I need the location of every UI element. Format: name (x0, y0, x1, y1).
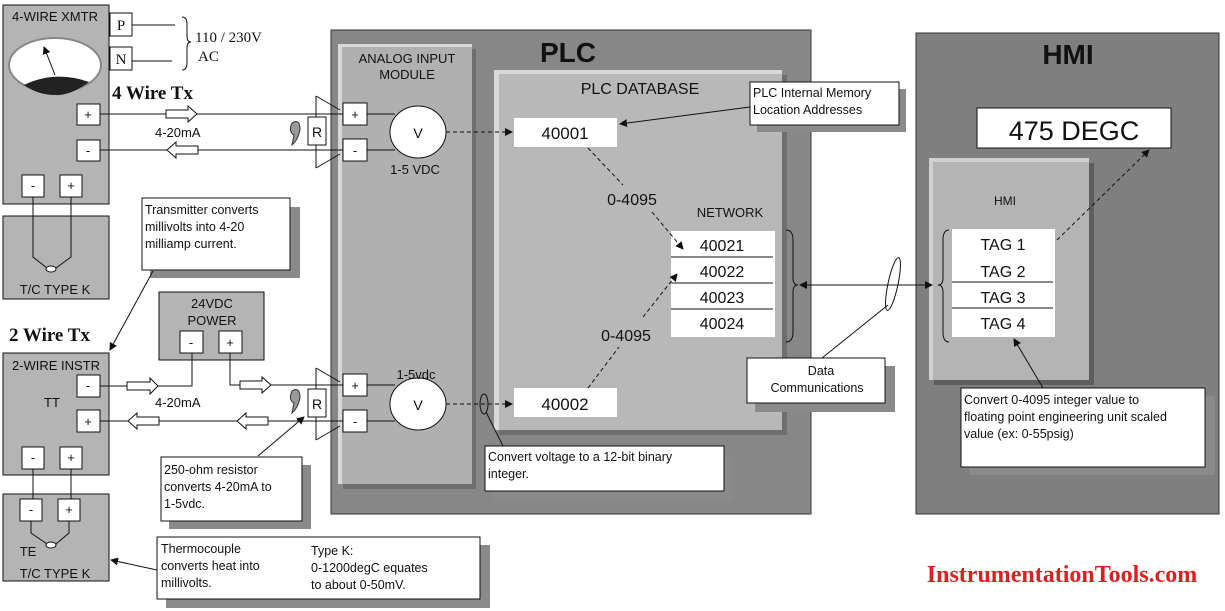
network-register: 40024 (700, 316, 745, 333)
note-text: Convert 0-4095 integer value to (964, 393, 1139, 407)
supply-ac: AC (198, 49, 219, 65)
power-minus: - (189, 335, 193, 350)
voltage-label-2: 1-5vdc (396, 367, 436, 382)
aim-title-2: MODULE (379, 67, 435, 82)
current-label: 4-20mA (155, 125, 201, 140)
aim-title-1: ANALOG INPUT (359, 51, 456, 66)
current-arrow-left-icon (166, 140, 199, 160)
terminal-minus: - (353, 143, 357, 158)
note-convert-voltage: Convert voltage to a 12-bit binary integ… (484, 445, 733, 500)
note-text: Type K: (311, 544, 353, 558)
note-text: Convert voltage to a 12-bit binary (488, 450, 673, 464)
hmi-tag: TAG 4 (980, 316, 1025, 333)
note-text: 0-1200degC equates (311, 561, 428, 575)
current-loop-icon (289, 121, 301, 147)
plc-hmi-signal-diagram: PLC ANALOG INPUT MODULE PLC DATABASE 400… (0, 0, 1225, 611)
terminal-minus: - (353, 414, 357, 429)
note-text: Communications (770, 381, 863, 395)
voltage-label-1: 1-5 VDC (390, 162, 440, 177)
note-text: PLC Internal Memory (753, 86, 872, 100)
te-plus: + (65, 502, 73, 517)
terminal-plus: + (351, 378, 359, 393)
note-text: 1-5vdc. (164, 497, 205, 511)
current-label: 4-20mA (155, 395, 201, 410)
hmi-display-value: 475 DEGC (1009, 116, 1140, 146)
plc-title: PLC (540, 37, 596, 68)
terminal-plus: + (84, 414, 92, 429)
terminal-plus: + (351, 107, 359, 122)
hmi-title: HMI (1042, 39, 1093, 70)
network-register-list: 40021 40022 40023 40024 (671, 231, 775, 337)
power-plus: + (226, 335, 234, 350)
plc-database: PLC DATABASE 40001 40002 0-4095 0-4095 N… (494, 70, 787, 435)
current-arrow-right-icon (165, 104, 198, 124)
network-register: 40023 (700, 290, 745, 307)
power-n-terminal: N (116, 52, 127, 68)
note-text: 250-ohm resistor (164, 463, 258, 477)
voltmeter-icon: V (413, 125, 423, 141)
note-text: Data (808, 364, 834, 378)
te-label: TE (20, 544, 37, 559)
db-title: PLC DATABASE (581, 81, 700, 98)
note-text: Location Addresses (753, 103, 862, 117)
power-label-2: POWER (187, 313, 236, 328)
terminal-plus: + (84, 107, 92, 122)
note-text: converts 4-20mA to (164, 480, 272, 494)
hmi-tag: TAG 1 (980, 237, 1025, 254)
te-terminal-plus: + (67, 450, 75, 465)
network-title: NETWORK (697, 205, 764, 220)
supply-voltage: 110 / 230V (195, 30, 262, 46)
te-terminal-minus: - (31, 450, 35, 465)
current-arrow-right-icon (126, 376, 159, 396)
tc-label: T/C TYPE K (20, 282, 91, 297)
network-register: 40021 (700, 238, 745, 255)
register-40001-label: 40001 (541, 124, 588, 143)
tc-terminal-plus: + (67, 178, 75, 193)
note-thermocouple: Thermocouple converts heat into millivol… (110, 536, 490, 608)
note-text: milliamp current. (145, 237, 237, 251)
tc-label: T/C TYPE K (20, 566, 91, 581)
two-wire-heading: 2 Wire Tx (9, 325, 90, 346)
xmtr-label: 4-WIRE XMTR (12, 9, 98, 24)
current-loop-icon (289, 389, 301, 415)
register-40002-label: 40002 (541, 395, 588, 414)
thermocouple-junction-icon (45, 541, 57, 549)
power-p-terminal: P (117, 18, 125, 34)
range-label-1: 0-4095 (607, 192, 657, 209)
instr-label: 2-WIRE INSTR (12, 358, 100, 373)
note-text: converts heat into (161, 559, 260, 573)
hmi-tag-list: TAG 1 TAG 2 TAG 3 TAG 4 (952, 229, 1055, 337)
range-label-2: 0-4095 (601, 328, 651, 345)
current-arrow-right-icon (239, 375, 272, 395)
four-wire-heading: 4 Wire Tx (112, 83, 193, 104)
note-text: Transmitter converts (145, 203, 258, 217)
note-resistor: 250-ohm resistor converts 4-20mA to 1-5v… (160, 416, 311, 529)
note-text: integer. (488, 467, 529, 481)
current-arrow-left-icon (236, 411, 269, 431)
note-text: value (ex: 0-55psig) (964, 427, 1074, 441)
note-datacomm: Data Communications (746, 357, 895, 412)
current-arrow-left-icon (127, 411, 160, 431)
hmi-tag: TAG 2 (980, 264, 1025, 281)
resistor-label: R (312, 396, 322, 412)
terminal-minus: - (86, 143, 90, 158)
note-text: Thermocouple (161, 542, 241, 556)
note-text: millivolts into 4-20 (145, 220, 244, 234)
voltmeter-icon: V (413, 397, 423, 413)
note-text: floating point engineering unit scaled (964, 410, 1167, 424)
hmi-tag: TAG 3 (980, 290, 1025, 307)
hmi-inner-title: HMI (994, 194, 1016, 208)
thermocouple-junction-icon (45, 265, 57, 273)
note-text: to about 0-50mV. (311, 578, 406, 592)
note-text: millivolts. (161, 576, 212, 590)
terminal-minus: - (86, 378, 90, 393)
watermark: InstrumentationTools.com (927, 562, 1197, 588)
resistor-label: R (312, 124, 322, 140)
network-register: 40022 (700, 264, 745, 281)
power-label-1: 24VDC (191, 296, 233, 311)
tt-label: TT (44, 395, 60, 410)
te-minus: - (29, 502, 33, 517)
tc-terminal-minus: - (31, 178, 35, 193)
